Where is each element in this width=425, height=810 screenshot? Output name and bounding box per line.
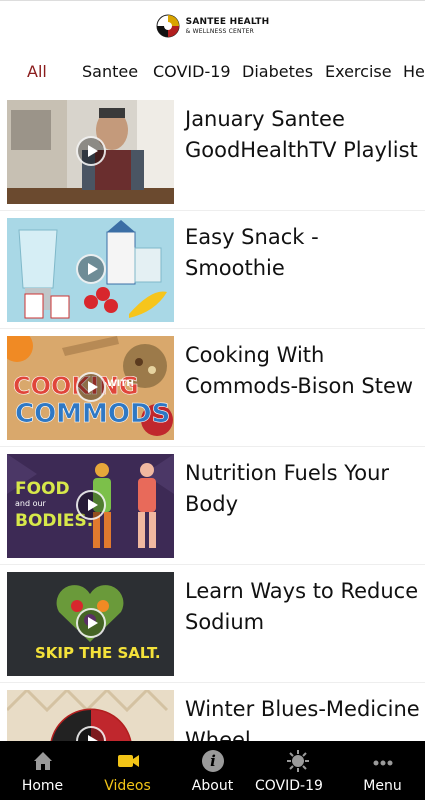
app-header: SANTEE HEALTH & WELLNESS CENTER	[0, 0, 425, 51]
thumb-with-text: WITH	[107, 379, 134, 389]
video-thumbnail[interactable]	[7, 100, 174, 204]
nav-videos[interactable]: Videos	[85, 741, 170, 800]
video-camera-icon	[116, 749, 140, 773]
divider	[0, 210, 425, 211]
video-item[interactable]: SKIP THE SALT. Learn Ways to Reduce Sodi…	[0, 572, 425, 678]
tab-exercise[interactable]: Exercise	[325, 62, 392, 81]
nav-label: About	[191, 778, 234, 794]
tab-santee[interactable]: Santee	[82, 62, 138, 81]
video-thumbnail[interactable]: COOKING WITH COMMODS	[7, 336, 174, 440]
info-icon: i	[201, 749, 225, 773]
bottom-navigation: Home Videos i About COVID-19 ... Menu	[0, 741, 425, 810]
nav-home[interactable]: Home	[0, 741, 85, 800]
thumb-and-our-text: and our	[15, 499, 47, 508]
play-icon[interactable]	[76, 490, 106, 520]
nav-label: Menu	[363, 778, 402, 794]
logo-title: SANTEE HEALTH	[185, 16, 270, 27]
tab-diabetes[interactable]: Diabetes	[242, 62, 313, 81]
video-title[interactable]: Learn Ways to Reduce Sodium	[185, 576, 421, 638]
play-icon[interactable]	[76, 372, 106, 402]
video-thumbnail[interactable]: SKIP THE SALT.	[7, 572, 174, 676]
logo[interactable]: SANTEE HEALTH & WELLNESS CENTER	[156, 14, 270, 38]
video-title[interactable]: January Santee GoodHealthTV Playlist	[185, 104, 421, 166]
video-thumbnail[interactable]: FOOD and our BODIES.	[7, 454, 174, 558]
tab-health[interactable]: He	[403, 62, 425, 81]
video-title[interactable]: Easy Snack - Smoothie	[185, 222, 421, 284]
thumb-skip-the-salt-text: SKIP THE SALT.	[35, 644, 161, 662]
video-title[interactable]: Cooking With Commods-Bison Stew	[185, 340, 421, 402]
nav-label: Home	[21, 778, 64, 794]
divider	[0, 682, 425, 683]
virus-icon	[286, 749, 310, 773]
video-item[interactable]: FOOD and our BODIES. Nutrition Fuels You…	[0, 454, 425, 560]
video-title[interactable]: Nutrition Fuels Your Body	[185, 458, 421, 520]
nav-label: COVID-19 ...	[255, 778, 323, 810]
logo-subtitle: & WELLNESS CENTER	[185, 27, 254, 35]
svg-text:i: i	[210, 752, 216, 770]
play-icon[interactable]	[76, 254, 106, 284]
nav-menu[interactable]: Menu	[340, 741, 425, 800]
category-tabs: All Santee COVID-19 Diabetes Exercise He	[0, 56, 425, 88]
medicine-wheel-logo-icon	[156, 14, 180, 38]
divider	[0, 564, 425, 565]
nav-about[interactable]: i About	[170, 741, 255, 800]
home-icon	[31, 749, 55, 773]
tab-covid-19[interactable]: COVID-19	[153, 62, 231, 81]
nav-covid-19[interactable]: COVID-19 ...	[255, 741, 340, 810]
thumb-commods-text: COMMODS	[15, 399, 170, 429]
more-dots-icon	[371, 749, 395, 773]
thumb-food-text: FOOD	[15, 479, 70, 499]
video-item[interactable]: Easy Snack - Smoothie	[0, 218, 425, 324]
divider	[0, 328, 425, 329]
video-item[interactable]: January Santee GoodHealthTV Playlist	[0, 100, 425, 206]
nav-label: Videos	[104, 778, 151, 794]
video-thumbnail[interactable]	[7, 218, 174, 322]
video-item[interactable]: COOKING WITH COMMODS Cooking With Commod…	[0, 336, 425, 442]
play-icon[interactable]	[76, 608, 106, 638]
divider	[0, 446, 425, 447]
play-icon[interactable]	[76, 136, 106, 166]
tab-all[interactable]: All	[27, 62, 47, 81]
